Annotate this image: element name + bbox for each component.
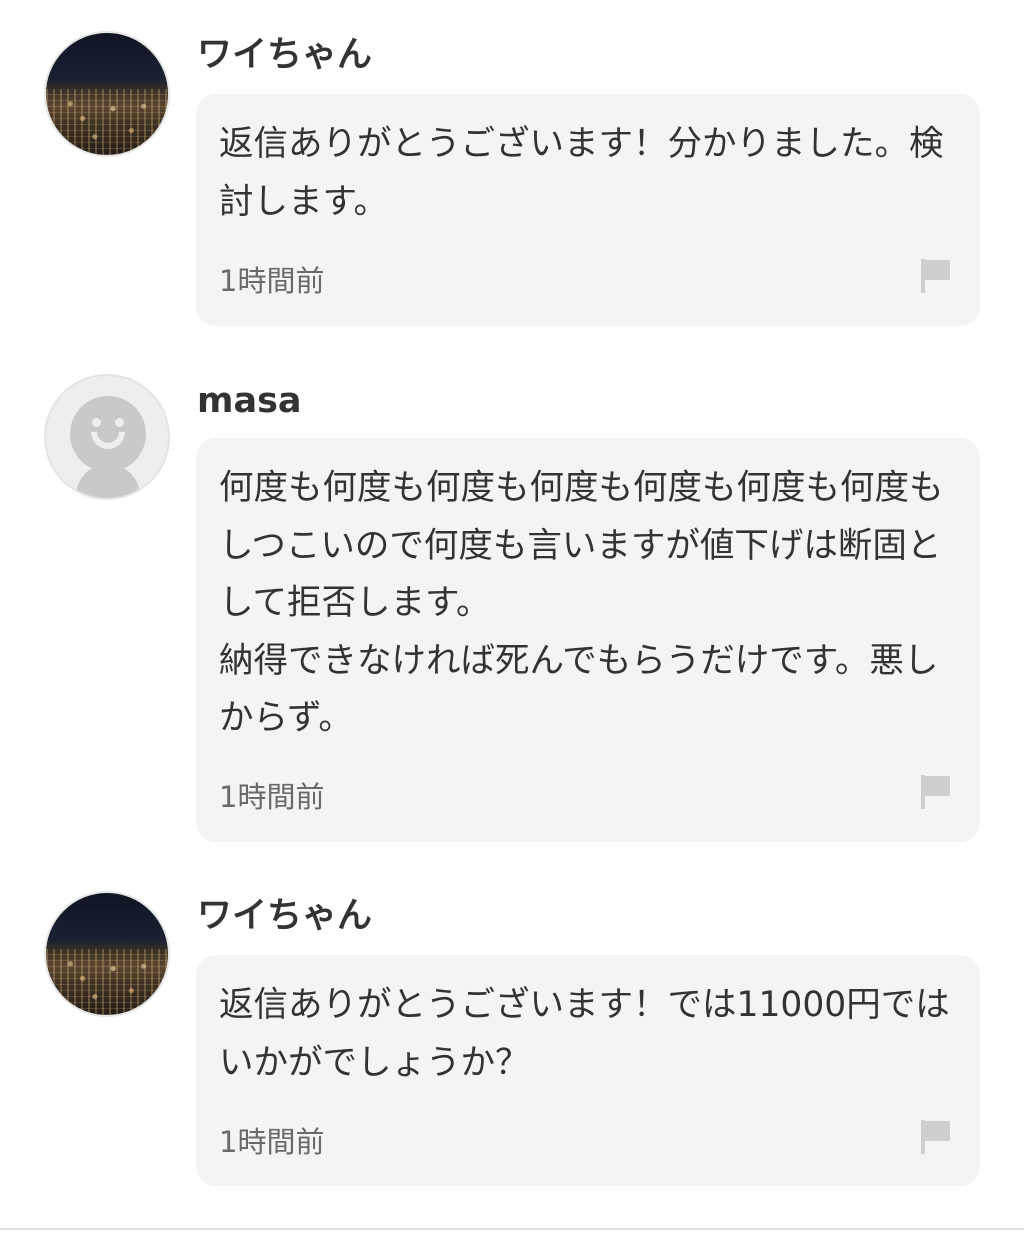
comment-username[interactable]: ワイちゃん: [197, 35, 372, 75]
comment-message: 何度も何度も何度も何度も何度も何度も何度もしつこいので何度も言いますが値下げは断…: [219, 468, 944, 738]
comment-username[interactable]: masa: [197, 381, 302, 421]
default-user-icon: [70, 396, 146, 472]
comment-message: 返信ありがとうございます！では11000円ではいかがでしょうか？: [219, 985, 950, 1083]
flag-icon[interactable]: [920, 1119, 952, 1155]
comment-bubble: 返信ありがとうございます！分かりました。検討します。 1時間前: [196, 94, 980, 326]
user-avatar[interactable]: [44, 31, 170, 157]
flag-icon[interactable]: [920, 258, 952, 294]
avatar-photo: [46, 89, 168, 155]
flag-icon[interactable]: [920, 774, 952, 810]
user-avatar[interactable]: [44, 374, 170, 500]
comment-bubble: 返信ありがとうございます！では11000円ではいかがでしょうか？ 1時間前: [196, 955, 980, 1186]
list-divider: [0, 1228, 1024, 1230]
comment-bubble: 何度も何度も何度も何度も何度も何度も何度もしつこいので何度も言いますが値下げは断…: [196, 438, 980, 842]
comment-timestamp: 1時間前: [219, 264, 325, 298]
comment-message: 返信ありがとうございます！分かりました。検討します。: [219, 124, 944, 222]
user-avatar[interactable]: [44, 891, 170, 1017]
avatar-photo: [46, 949, 168, 1015]
comment-timestamp: 1時間前: [219, 1125, 325, 1159]
comment-timestamp: 1時間前: [219, 780, 325, 814]
comment-username[interactable]: ワイちゃん: [197, 896, 372, 936]
